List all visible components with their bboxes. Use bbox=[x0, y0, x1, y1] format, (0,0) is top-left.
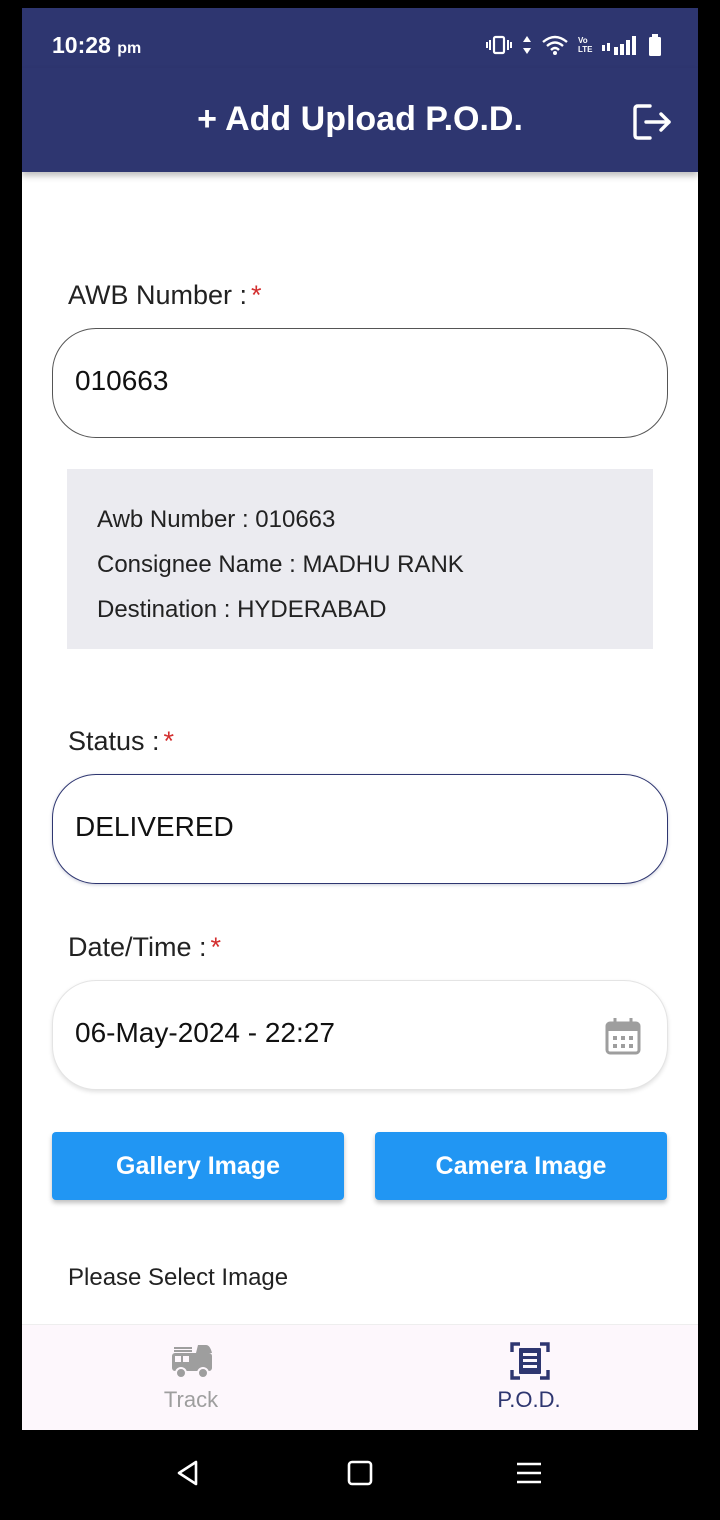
nav-label-pod: P.O.D. bbox=[497, 1387, 561, 1412]
shipment-info-card: Awb Number : 010663 Consignee Name : MAD… bbox=[67, 469, 653, 649]
status-time: 10:28 pm bbox=[52, 32, 142, 58]
data-arrows-icon bbox=[523, 36, 531, 54]
battery-icon bbox=[649, 34, 661, 56]
awb-number-input[interactable]: 010663 bbox=[52, 328, 668, 438]
back-icon[interactable] bbox=[174, 1458, 204, 1488]
app-bar: + Add Upload P.O.D. bbox=[22, 68, 698, 172]
info-consignee-name: Consignee Name : MADHU RANK bbox=[97, 551, 464, 578]
awb-number-value: 010663 bbox=[75, 365, 169, 396]
app-screen: 10:28 pm Vo LTE + Add Upload P.O.D. AWB … bbox=[22, 8, 698, 1430]
info-awb-number: Awb Number : 010663 bbox=[97, 506, 336, 533]
page-title: + Add Upload P.O.D. bbox=[197, 100, 523, 138]
wifi-icon bbox=[542, 35, 568, 55]
signal-icon bbox=[602, 36, 636, 55]
datetime-label: Date/Time : * bbox=[68, 932, 222, 962]
document-scanner-icon bbox=[510, 1342, 550, 1380]
bottom-navigation: Track P.O.D. bbox=[22, 1324, 698, 1430]
awb-label: AWB Number : * bbox=[68, 280, 262, 310]
select-image-hint: Please Select Image bbox=[68, 1264, 289, 1291]
home-icon[interactable] bbox=[345, 1458, 375, 1488]
camera-image-button[interactable]: Camera Image bbox=[375, 1132, 667, 1200]
status-value: DELIVERED bbox=[75, 811, 234, 842]
required-asterisk: * bbox=[251, 280, 262, 310]
required-asterisk: * bbox=[163, 726, 175, 756]
info-destination: Destination : HYDERABAD bbox=[97, 596, 387, 623]
datetime-picker[interactable]: 06-May-2024 - 22:27 bbox=[52, 980, 668, 1090]
volte-icon: Vo LTE bbox=[578, 36, 593, 54]
status-bar: 10:28 pm Vo LTE bbox=[22, 8, 698, 68]
system-navigation-bar bbox=[0, 1430, 720, 1520]
logout-icon[interactable] bbox=[632, 102, 674, 142]
required-asterisk: * bbox=[210, 932, 222, 962]
nav-label-track: Track bbox=[163, 1387, 219, 1412]
status-icons: Vo LTE bbox=[486, 34, 662, 56]
vibrate-icon bbox=[486, 35, 512, 55]
gallery-image-button[interactable]: Gallery Image bbox=[52, 1132, 344, 1200]
nav-item-pod[interactable]: P.O.D. bbox=[360, 1325, 698, 1430]
datetime-value: 06-May-2024 - 22:27 bbox=[75, 1017, 335, 1048]
status-label: Status : * bbox=[68, 726, 175, 756]
status-select[interactable]: DELIVERED bbox=[52, 774, 668, 884]
nav-item-track[interactable]: Track bbox=[22, 1325, 360, 1430]
fire-truck-icon bbox=[172, 1345, 212, 1379]
menu-icon[interactable] bbox=[514, 1458, 544, 1488]
calendar-icon[interactable] bbox=[605, 1017, 641, 1055]
